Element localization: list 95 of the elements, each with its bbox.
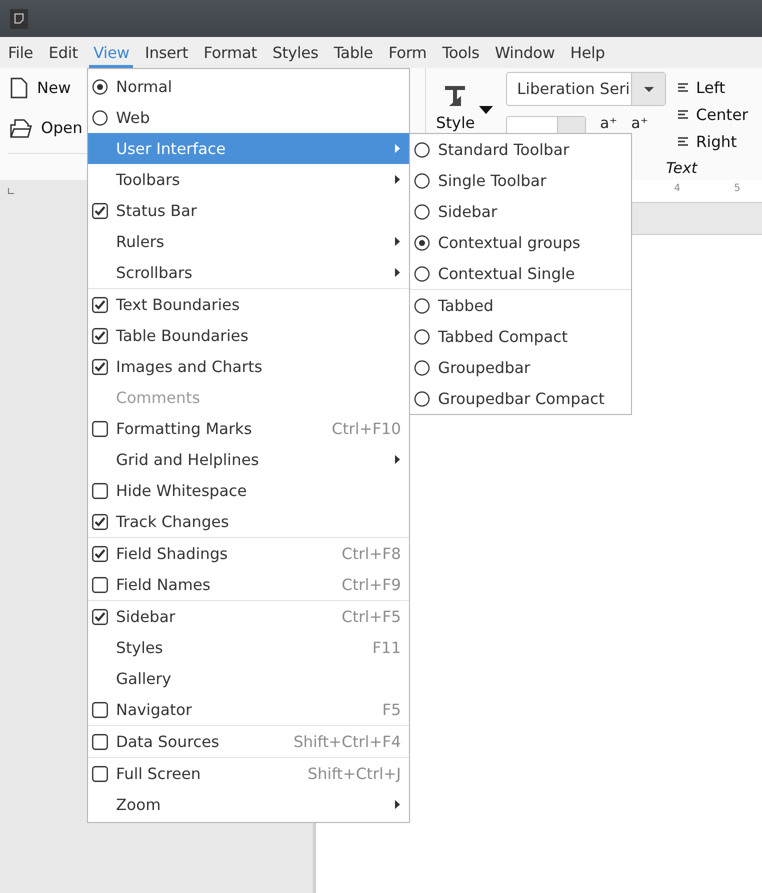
radio-button[interactable] xyxy=(414,234,430,250)
menu-item[interactable]: Single Toolbar xyxy=(410,165,631,196)
caret-icon[interactable] xyxy=(479,106,493,114)
radio-button[interactable] xyxy=(92,110,108,126)
align-icon xyxy=(678,110,688,119)
menu-item[interactable]: Text Boundaries xyxy=(88,289,409,320)
shortcut-label: Shift+Ctrl+F4 xyxy=(293,732,401,750)
style-icon[interactable] xyxy=(444,85,466,107)
radio-button[interactable] xyxy=(414,266,430,282)
align-button[interactable]: Center xyxy=(678,101,748,128)
menu-item[interactable]: Hide Whitespace xyxy=(88,475,409,506)
font-name-field[interactable]: Liberation Seri xyxy=(506,72,666,106)
menu-item[interactable]: Grid and Helplines xyxy=(88,444,409,475)
menu-item[interactable]: Help xyxy=(566,37,609,68)
align-button[interactable]: Right xyxy=(678,128,748,155)
menu-item[interactable]: Zoom xyxy=(88,789,409,820)
menu-item[interactable]: Gallery xyxy=(88,663,409,694)
ruler-number: 4 xyxy=(674,183,680,194)
menu-item[interactable]: Table Boundaries xyxy=(88,320,409,351)
style-label[interactable]: Style xyxy=(436,114,475,132)
tab-stop-icon xyxy=(8,188,14,194)
radio-button[interactable] xyxy=(414,298,430,314)
radio-button[interactable] xyxy=(414,360,430,376)
menu-item[interactable]: Full Screen Shift+Ctrl+J xyxy=(88,758,409,789)
menu-item[interactable]: Normal xyxy=(88,71,409,102)
radio-button[interactable] xyxy=(414,142,430,158)
radio-button[interactable] xyxy=(414,204,430,220)
shortcut-label: Ctrl+F8 xyxy=(342,544,401,562)
menu-item[interactable]: Groupedbar xyxy=(410,352,631,383)
group-label: Text xyxy=(666,159,698,177)
checkbox[interactable] xyxy=(92,576,108,592)
new-button[interactable]: New xyxy=(8,68,88,108)
menu-item[interactable]: Rulers xyxy=(88,226,409,257)
font-size-button[interactable]: a⁺ xyxy=(600,114,618,132)
document-icon xyxy=(10,77,28,99)
align-button[interactable]: Left xyxy=(678,74,748,101)
radio-button[interactable] xyxy=(414,390,430,406)
shortcut-label: Ctrl+F5 xyxy=(342,608,401,626)
radio-button[interactable] xyxy=(92,78,108,94)
menu-item[interactable]: Format xyxy=(200,37,262,68)
menu-item[interactable]: Styles xyxy=(268,37,322,68)
menu-item[interactable]: Tabbed xyxy=(410,290,631,321)
checkbox[interactable] xyxy=(92,420,108,436)
checkbox[interactable] xyxy=(92,766,108,782)
checkbox[interactable] xyxy=(92,202,108,218)
menu-item[interactable]: Field Names Ctrl+F9 xyxy=(88,569,409,600)
caret-icon xyxy=(644,86,654,92)
font-size-button[interactable]: a⁺ xyxy=(631,114,648,132)
ruler-number: 5 xyxy=(734,183,740,194)
menu-item[interactable]: Data Sources Shift+Ctrl+F4 xyxy=(88,726,409,757)
menu-item[interactable]: Sidebar xyxy=(410,196,631,227)
checkbox[interactable] xyxy=(92,514,108,530)
menu-item[interactable]: Tools xyxy=(438,37,484,68)
menu-item[interactable]: Scrollbars xyxy=(88,257,409,288)
checkbox[interactable] xyxy=(92,702,108,718)
menu-item[interactable]: Contextual Single xyxy=(410,258,631,289)
menu-item[interactable]: Styles F11 xyxy=(88,632,409,663)
menu-item[interactable]: Table xyxy=(330,37,377,68)
menu-item[interactable]: Window xyxy=(490,37,559,68)
menu-item[interactable]: Groupedbar Compact xyxy=(410,383,631,414)
align-icon xyxy=(678,83,688,92)
checkbox[interactable] xyxy=(92,608,108,624)
menu-item[interactable]: Formatting Marks Ctrl+F10 xyxy=(88,413,409,444)
checkbox[interactable] xyxy=(92,734,108,750)
menu-item[interactable]: Sidebar Ctrl+F5 xyxy=(88,601,409,632)
menu-item[interactable]: Edit xyxy=(44,37,82,68)
menu-item[interactable]: Tabbed Compact xyxy=(410,321,631,352)
shortcut-label: F11 xyxy=(372,638,401,656)
menu-item[interactable]: Contextual groups xyxy=(410,227,631,258)
menu-item[interactable]: Form xyxy=(384,37,431,68)
radio-button[interactable] xyxy=(414,328,430,344)
shortcut-label: F5 xyxy=(382,700,401,718)
menu-item[interactable]: Track Changes xyxy=(88,506,409,537)
menu-item[interactable]: Images and Charts xyxy=(88,351,409,382)
checkbox[interactable] xyxy=(92,546,108,562)
menu-item[interactable]: Insert xyxy=(140,37,192,68)
document-icon xyxy=(10,8,28,28)
folder-icon xyxy=(10,117,32,139)
font-size-field[interactable] xyxy=(506,116,586,133)
menu-item[interactable]: File xyxy=(4,37,38,68)
shortcut-label: Ctrl+F10 xyxy=(332,420,401,438)
align-icon xyxy=(678,137,688,146)
checkbox[interactable] xyxy=(92,482,108,498)
menu-item[interactable]: Navigator F5 xyxy=(88,694,409,725)
checkbox[interactable] xyxy=(92,328,108,344)
shortcut-label: Shift+Ctrl+J xyxy=(308,764,401,782)
checkbox[interactable] xyxy=(92,358,108,374)
menu-item[interactable]: Status Bar xyxy=(88,195,409,226)
menu-item[interactable]: Web xyxy=(88,102,409,133)
checkbox[interactable] xyxy=(92,296,108,312)
menu-item[interactable]: Toolbars xyxy=(88,164,409,195)
menu-item[interactable]: Standard Toolbar xyxy=(410,134,631,165)
radio-button[interactable] xyxy=(414,172,430,188)
menu-item[interactable]: Field Shadings Ctrl+F8 xyxy=(88,538,409,569)
shortcut-label: Ctrl+F9 xyxy=(342,576,401,594)
